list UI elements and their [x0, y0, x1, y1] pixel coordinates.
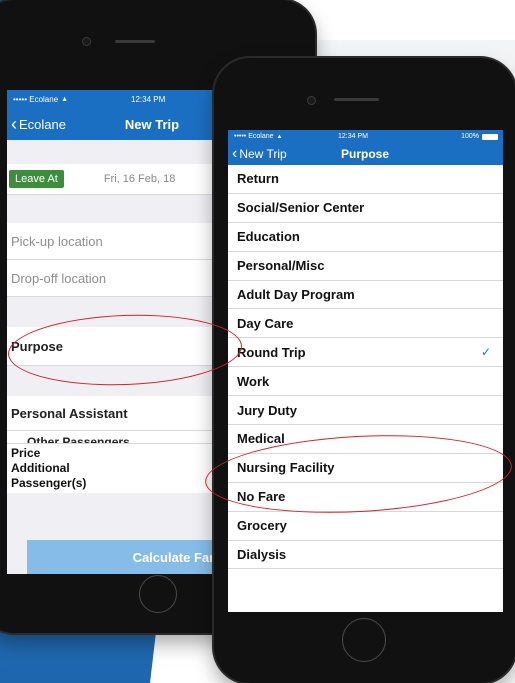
- front-phone: ••••• Ecolane ▲ 12:34 PM 100% ‹ New Trip…: [214, 58, 515, 683]
- purpose-item-medical[interactable]: Medical: [228, 425, 503, 454]
- purpose-item-no-fare[interactable]: No Fare: [228, 483, 503, 512]
- chevron-left-icon: ‹: [11, 114, 17, 134]
- leave-at-badge[interactable]: Leave At: [9, 170, 64, 188]
- purpose-header: ••••• Ecolane ▲ 12:34 PM 100% ‹ New Trip…: [228, 130, 503, 165]
- page-title: New Trip: [124, 116, 180, 132]
- purpose-screen: ••••• Ecolane ▲ 12:34 PM 100% ‹ New Trip…: [228, 130, 503, 612]
- other-passengers-label: Other Passengers: [27, 435, 130, 444]
- back-button-label: New Trip: [239, 147, 287, 161]
- purpose-item-label: No Fare: [237, 489, 286, 505]
- purpose-item-social-senior-center[interactable]: Social/Senior Center: [228, 194, 503, 223]
- purpose-item-label: Medical: [237, 431, 285, 447]
- home-button[interactable]: [342, 618, 386, 662]
- back-button-label: Ecolane: [19, 116, 66, 132]
- purpose-item-label: Day Care: [237, 315, 294, 331]
- purpose-item-grocery[interactable]: Grocery: [228, 512, 503, 541]
- purpose-item-round-trip[interactable]: Round Trip ✓: [228, 338, 503, 368]
- status-bar: ••••• Ecolane ▲ 12:34 PM 100%: [228, 130, 503, 143]
- battery-percent: 100%: [461, 133, 479, 140]
- front-camera-icon: [307, 96, 316, 105]
- purpose-item-label: Grocery: [237, 518, 287, 534]
- page-title: Purpose: [340, 147, 389, 161]
- purpose-item-label: Return: [237, 171, 279, 187]
- purpose-item-adult-day-program[interactable]: Adult Day Program: [228, 281, 503, 310]
- purpose-item-personal-misc[interactable]: Personal/Misc: [228, 252, 503, 281]
- purpose-item-label: Work: [237, 373, 270, 389]
- purpose-item-label: Nursing Facility: [237, 460, 335, 476]
- purpose-item-education[interactable]: Education: [228, 223, 503, 252]
- wifi-icon: ▲: [61, 95, 69, 103]
- front-camera-icon: [82, 37, 91, 46]
- purpose-item-jury-duty[interactable]: Jury Duty: [228, 396, 503, 426]
- purpose-item-dialysis[interactable]: Dialysis: [228, 541, 503, 570]
- purpose-item-label: Personal/Misc: [237, 258, 325, 274]
- home-button[interactable]: [139, 575, 177, 613]
- purpose-item-label: Jury Duty: [237, 402, 297, 418]
- purpose-list: Return Social/Senior Center Education Perso…: [228, 165, 503, 570]
- leave-date[interactable]: Fri, 16 Feb, 18: [104, 173, 176, 185]
- chevron-left-icon: ‹: [232, 145, 238, 162]
- purpose-item-day-care[interactable]: Day Care: [228, 309, 503, 339]
- purpose-item-return[interactable]: Return: [228, 165, 503, 194]
- status-time: 12:34 PM: [338, 133, 368, 140]
- back-button[interactable]: ‹ New Trip: [232, 146, 287, 162]
- wifi-icon: ▲: [276, 133, 283, 140]
- earpiece-speaker: [334, 98, 379, 101]
- purpose-item-label: Education: [237, 229, 300, 245]
- purpose-item-nursing-facility[interactable]: Nursing Facility: [228, 454, 503, 483]
- carrier-label: ••••• Ecolane: [13, 94, 59, 104]
- carrier-label: ••••• Ecolane: [234, 133, 274, 140]
- purpose-item-work[interactable]: Work: [228, 367, 503, 397]
- back-button[interactable]: ‹ Ecolane: [11, 115, 66, 133]
- checkmark-icon: ✓: [480, 345, 491, 360]
- earpiece-speaker: [115, 40, 155, 43]
- purpose-item-label: Dialysis: [237, 547, 287, 563]
- purpose-item-label: Adult Day Program: [237, 287, 355, 302]
- navbar: ‹ New Trip Purpose: [228, 143, 503, 165]
- purpose-item-label: Round Trip: [237, 344, 306, 360]
- status-time: 12:34 PM: [131, 94, 166, 104]
- battery-icon: [482, 134, 498, 140]
- purpose-item-label: Social/Senior Center: [237, 200, 365, 216]
